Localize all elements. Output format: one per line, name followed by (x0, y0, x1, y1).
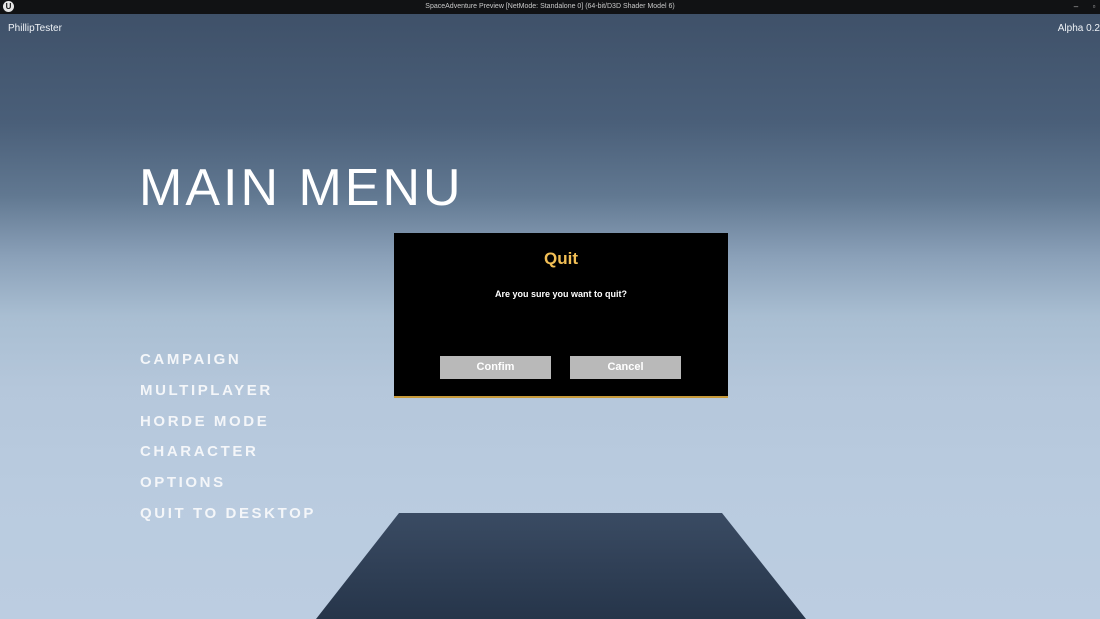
menu-item-quit-to-desktop[interactable]: QUIT TO DESKTOP (140, 504, 316, 535)
player-name-label: PhillipTester (8, 23, 62, 34)
menu-item-campaign[interactable]: CAMPAIGN (140, 350, 316, 381)
dialog-title: Quit (544, 249, 578, 268)
main-menu-list: CAMPAIGN MULTIPLAYER HORDE MODE CHARACTE… (140, 350, 316, 535)
window-title-bar: U SpaceAdventure Preview [NetMode: Stand… (0, 0, 1100, 14)
cancel-button[interactable]: Cancel (570, 356, 681, 379)
maximize-button[interactable]: ▫ (1086, 0, 1100, 14)
menu-item-options[interactable]: OPTIONS (140, 473, 316, 504)
menu-item-character[interactable]: CHARACTER (140, 442, 316, 473)
main-menu-title: MAIN MENU (139, 159, 464, 217)
confirm-button[interactable]: Confim (440, 356, 551, 379)
minimize-button[interactable]: – (1068, 0, 1084, 14)
game-viewport: PhillipTester Alpha 0.2 MAIN MENU CAMPAI… (0, 14, 1100, 619)
menu-item-horde-mode[interactable]: HORDE MODE (140, 412, 316, 443)
window-title: SpaceAdventure Preview [NetMode: Standal… (425, 3, 675, 10)
version-label: Alpha 0.2 (1057, 23, 1100, 34)
dialog-message: Are you sure you want to quit? (494, 289, 627, 299)
game-window: U SpaceAdventure Preview [NetMode: Stand… (0, 0, 1100, 619)
quit-dialog: Quit Are you sure you want to quit? Conf… (394, 233, 728, 398)
menu-item-multiplayer[interactable]: MULTIPLAYER (140, 381, 316, 412)
